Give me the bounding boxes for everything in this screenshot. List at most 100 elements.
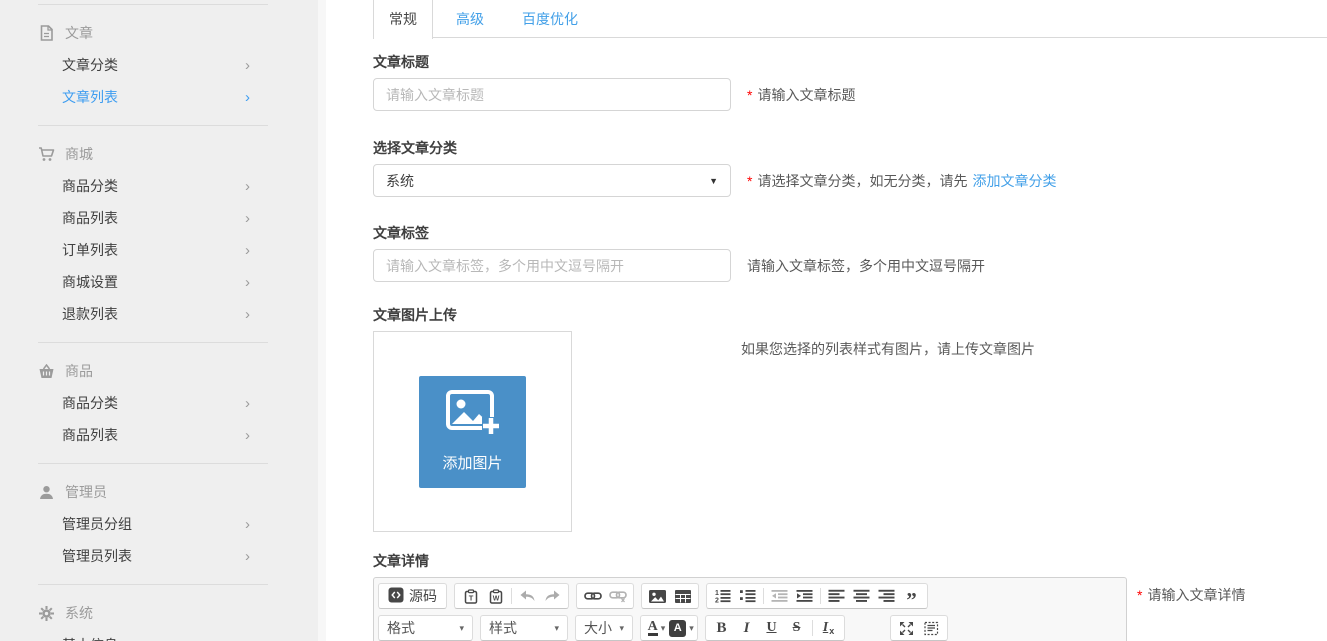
tab-advanced[interactable]: 高级 <box>441 0 499 37</box>
sidebar-item-article-category[interactable]: 文章分类 › <box>38 49 250 81</box>
image-upload-box: 添加图片 <box>373 331 572 532</box>
toolbar-separator <box>511 588 512 604</box>
chevron-right-icon: › <box>245 307 250 322</box>
sidebar-divider <box>38 342 268 343</box>
paste-word-button[interactable]: W <box>483 585 508 607</box>
sidebar-section-article[interactable]: 文章 <box>38 17 318 49</box>
sidebar: 文章 文章分类 › 文章列表 › 商城 商品分类 › 商品列表 › 订单列表 › <box>0 0 318 641</box>
article-category-hint: * 请选择文章分类，如无分类，请先 添加文章分类 <box>747 171 1056 191</box>
add-image-label: 添加图片 <box>442 452 502 473</box>
outdent-button[interactable] <box>767 585 792 607</box>
select-caret-icon: ▼ <box>709 176 718 186</box>
svg-text:W: W <box>492 595 499 602</box>
text-color-icon: A <box>648 620 658 636</box>
editor-toolbar-row-2: 格式 ▾ 样式 ▾ 大小 ▾ A <box>378 615 1122 641</box>
sidebar-item-refund-list[interactable]: 退款列表 › <box>38 298 250 330</box>
align-left-button[interactable] <box>824 585 849 607</box>
insert-image-button[interactable] <box>645 585 670 607</box>
chevron-right-icon: › <box>245 517 250 532</box>
article-image-label: 文章图片上传 <box>373 305 1327 325</box>
rich-text-editor: 源码 T W <box>373 577 1127 641</box>
svg-text:1: 1 <box>715 590 719 597</box>
sidebar-item-product-list[interactable]: 商品列表 › <box>38 419 250 451</box>
tab-general[interactable]: 常规 <box>373 0 433 39</box>
article-category-label: 选择文章分类 <box>373 138 1327 158</box>
remove-format-button[interactable]: I x <box>816 617 841 639</box>
article-detail-label: 文章详情 <box>373 551 1327 571</box>
format-dropdown[interactable]: 格式 ▾ <box>378 615 473 641</box>
underline-button[interactable]: U <box>759 617 784 639</box>
source-button[interactable]: 源码 <box>382 585 443 607</box>
add-category-link[interactable]: 添加文章分类 <box>972 171 1056 191</box>
source-code-icon <box>388 587 404 606</box>
article-category-select[interactable]: 系统 ▼ <box>373 164 731 197</box>
sidebar-item-order-list[interactable]: 订单列表 › <box>38 234 250 266</box>
main-panel: 常规 高级 百度优化 文章标题 * 请输入文章标题 选择文章分类 系统 ▼ <box>326 0 1327 641</box>
align-right-button[interactable] <box>874 585 899 607</box>
strikethrough-button[interactable]: S <box>784 617 809 639</box>
sidebar-divider <box>38 125 268 126</box>
article-image-hint: 如果您选择的列表样式有图片，请上传文章图片 <box>741 339 1035 359</box>
admin-page: 文章 文章分类 › 文章列表 › 商城 商品分类 › 商品列表 › 订单列表 › <box>0 0 1327 641</box>
gear-icon <box>38 606 55 621</box>
size-dropdown[interactable]: 大小 ▾ <box>575 615 633 641</box>
sidebar-item-basic-info[interactable]: 基本信息 › <box>38 629 250 641</box>
sidebar-section-label: 文章 <box>65 23 93 43</box>
toolbar-separator <box>812 620 813 636</box>
undo-button[interactable] <box>515 585 540 607</box>
required-mark: * <box>1137 587 1142 603</box>
align-center-button[interactable] <box>849 585 874 607</box>
bold-button[interactable]: B <box>709 617 734 639</box>
chevron-right-icon: › <box>245 275 250 290</box>
cart-icon <box>38 146 55 162</box>
chevron-right-icon: › <box>245 179 250 194</box>
blockquote-button[interactable]: ” <box>899 585 924 607</box>
show-blocks-button[interactable] <box>919 617 944 639</box>
styles-dropdown[interactable]: 样式 ▾ <box>480 615 568 641</box>
bg-color-button[interactable]: A ▾ <box>669 617 694 639</box>
chevron-right-icon: › <box>245 58 250 73</box>
sidebar-item-admin-group[interactable]: 管理员分组 › <box>38 508 250 540</box>
tab-baidu-seo[interactable]: 百度优化 <box>507 0 593 37</box>
article-title-input[interactable] <box>373 78 731 111</box>
sidebar-item-admin-list[interactable]: 管理员列表 › <box>38 540 250 572</box>
link-button[interactable] <box>580 585 605 607</box>
maximize-button[interactable] <box>894 617 919 639</box>
sidebar-section-label: 商城 <box>65 144 93 164</box>
unlink-button[interactable] <box>605 585 630 607</box>
italic-button[interactable]: I <box>734 617 759 639</box>
bullet-list-button[interactable] <box>735 585 760 607</box>
text-color-button[interactable]: A ▾ <box>644 617 669 639</box>
sidebar-section-label: 管理员 <box>65 482 107 502</box>
chevron-right-icon: › <box>245 549 250 564</box>
paste-text-button[interactable]: T <box>458 585 483 607</box>
chevron-right-icon: › <box>245 638 250 641</box>
sidebar-section-system[interactable]: 系统 <box>38 597 318 629</box>
sidebar-item-goods-category[interactable]: 商品分类 › <box>38 170 250 202</box>
quote-icon: ” <box>906 596 917 604</box>
article-tags-hint: 请输入文章标签，多个用中文逗号隔开 <box>747 256 985 276</box>
sidebar-section-mall[interactable]: 商城 <box>38 138 318 170</box>
sidebar-item-goods-list[interactable]: 商品列表 › <box>38 202 250 234</box>
sidebar-section-admin[interactable]: 管理员 <box>38 476 318 508</box>
sidebar-item-product-category[interactable]: 商品分类 › <box>38 387 250 419</box>
sidebar-divider <box>38 584 268 585</box>
svg-text:2: 2 <box>715 597 719 603</box>
redo-button[interactable] <box>540 585 565 607</box>
insert-table-button[interactable] <box>670 585 695 607</box>
sidebar-section-product[interactable]: 商品 <box>38 355 318 387</box>
required-mark: * <box>747 173 752 189</box>
add-image-button[interactable]: 添加图片 <box>419 376 526 488</box>
ordered-list-button[interactable]: 12 <box>710 585 735 607</box>
article-tags-input[interactable] <box>373 249 731 282</box>
caret-down-icon: ▾ <box>661 623 666 634</box>
chevron-right-icon: › <box>245 211 250 226</box>
sidebar-item-article-list[interactable]: 文章列表 › <box>38 81 250 113</box>
required-mark: * <box>747 87 752 103</box>
sidebar-item-mall-settings[interactable]: 商城设置 › <box>38 266 250 298</box>
caret-down-icon: ▾ <box>459 623 464 634</box>
caret-down-icon: ▾ <box>619 623 624 634</box>
sidebar-divider <box>38 463 268 464</box>
indent-button[interactable] <box>792 585 817 607</box>
caret-down-icon: ▾ <box>689 623 694 634</box>
